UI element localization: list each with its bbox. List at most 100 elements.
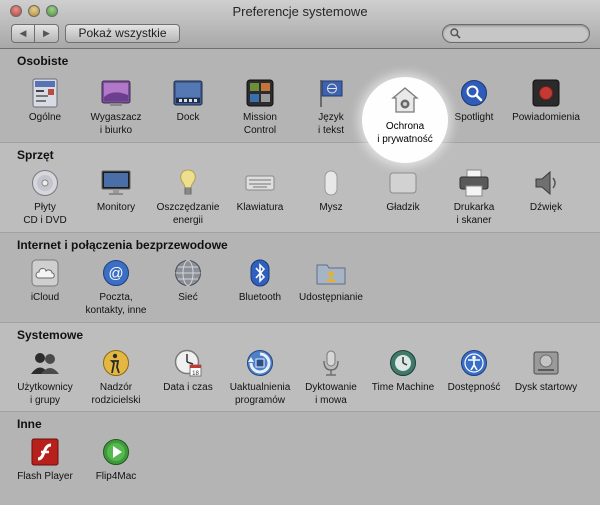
svg-text:@: @	[108, 265, 123, 282]
navigation-buttons: ◀ ▶	[11, 24, 59, 43]
title-bar: Preferencje systemowe ◀ ▶ Pokaż wszystki…	[0, 0, 600, 49]
pref-accessibility[interactable]: Dostępność	[436, 348, 512, 394]
pref-flash-player[interactable]: Flash Player	[7, 437, 83, 483]
pref-dock[interactable]: Dock	[150, 78, 226, 124]
item-label: Bluetooth	[238, 292, 282, 303]
sharing-folder-icon	[316, 258, 346, 288]
item-label: Nadzór rodzicielski	[91, 382, 141, 406]
item-label: Mission Control	[243, 112, 277, 136]
forward-button[interactable]: ▶	[35, 24, 59, 43]
mail-at-icon: @	[101, 258, 131, 288]
cd-dvd-icon	[30, 168, 60, 198]
item-label: Monitory	[96, 202, 136, 213]
item-label: Dźwięk	[529, 202, 563, 213]
pref-general[interactable]: Ogólne	[7, 78, 83, 124]
item-label: Flip4Mac	[95, 471, 137, 482]
section-internet-wireless: Internet i połączenia bezprzewodowe iClo…	[0, 233, 600, 323]
pref-startup-disk[interactable]: Dysk startowy	[508, 348, 584, 394]
pref-sound[interactable]: Dźwięk	[508, 168, 584, 214]
pref-time-machine[interactable]: Time Machine	[365, 348, 441, 394]
item-label: Data i czas	[163, 382, 213, 393]
lightbulb-icon	[173, 168, 203, 198]
accessibility-icon	[459, 348, 489, 378]
pref-cd-dvd[interactable]: Płyty CD i DVD	[7, 168, 83, 227]
icloud-icon	[30, 258, 60, 288]
monitor-icon	[101, 168, 131, 198]
item-label: Poczta, kontakty, inne	[85, 292, 147, 316]
pref-date-time[interactable]: 18 Data i czas	[150, 348, 226, 394]
section-hardware: Sprzęt Płyty CD i DVD Monitory Oszczędzan…	[0, 143, 600, 233]
item-label: Uaktualnienia programów	[229, 382, 291, 406]
pref-parental-controls[interactable]: Nadzór rodzicielski	[78, 348, 154, 407]
pref-network[interactable]: Sieć	[150, 258, 226, 304]
system-preferences-window: Preferencje systemowe ◀ ▶ Pokaż wszystki…	[0, 0, 600, 505]
trackpad-icon	[388, 168, 418, 198]
network-globe-icon	[173, 258, 203, 288]
language-flag-icon	[316, 78, 346, 108]
pref-mail-contacts[interactable]: @ Poczta, kontakty, inne	[78, 258, 154, 317]
section-system: Systemowe Użytkownicy i grupy Nadzór rodzi…	[0, 323, 600, 412]
pref-monitors[interactable]: Monitory	[78, 168, 154, 214]
item-label: Ochrona i prywatność	[377, 121, 433, 145]
pref-software-update[interactable]: Uaktualnienia programów	[222, 348, 298, 407]
item-label: Sieć	[178, 292, 198, 303]
pref-bluetooth[interactable]: Bluetooth	[222, 258, 298, 304]
software-update-icon	[245, 348, 275, 378]
clock-icon: 18	[173, 348, 203, 378]
flash-player-icon	[30, 437, 60, 467]
item-label: Użytkownicy i grupy	[17, 382, 73, 406]
pref-security-privacy[interactable]: Ochrona i prywatność	[362, 77, 448, 163]
section-title: Systemowe	[17, 328, 84, 342]
item-label: Język i tekst	[317, 112, 345, 136]
security-house-icon	[390, 85, 420, 115]
item-label: Dysk startowy	[514, 382, 578, 393]
search-field[interactable]	[442, 24, 590, 43]
search-input[interactable]	[465, 26, 583, 41]
pref-language-text[interactable]: Język i tekst	[293, 78, 369, 137]
item-label: Time Machine	[371, 382, 435, 393]
spotlight-magnifier-icon	[459, 78, 489, 108]
users-icon	[30, 348, 60, 378]
speaker-icon	[531, 168, 561, 198]
item-label: Flash Player	[17, 471, 73, 482]
startup-disk-icon	[531, 348, 561, 378]
svg-text:18: 18	[192, 371, 199, 377]
time-machine-icon	[388, 348, 418, 378]
item-label: Gładzik	[386, 202, 420, 213]
item-label: Oszczędzanie energii	[156, 202, 220, 226]
mission-control-icon	[245, 78, 275, 108]
bluetooth-icon	[245, 258, 275, 288]
pref-mission-control[interactable]: Mission Control	[222, 78, 298, 137]
pref-flip4mac[interactable]: Flip4Mac	[78, 437, 154, 483]
pref-printer-scanner[interactable]: Drukarka i skaner	[436, 168, 512, 227]
back-button[interactable]: ◀	[11, 24, 35, 43]
section-title: Inne	[17, 417, 42, 431]
pref-dictation-speech[interactable]: Dyktowanie i mowa	[293, 348, 369, 407]
pref-icloud[interactable]: iCloud	[7, 258, 83, 304]
show-all-button[interactable]: Pokaż wszystkie	[65, 24, 180, 43]
item-label: Płyty CD i DVD	[23, 202, 67, 226]
pref-notifications[interactable]: Powiadomienia	[508, 78, 584, 124]
item-label: Mysz	[319, 202, 343, 213]
item-label: Dostępność	[447, 382, 501, 393]
item-label: Udostępnianie	[299, 292, 363, 303]
dock-icon	[173, 78, 203, 108]
pref-desktop-screensaver[interactable]: Wygaszacz i biurko	[78, 78, 154, 137]
pref-sharing[interactable]: Udostępnianie	[293, 258, 369, 304]
pref-users-groups[interactable]: Użytkownicy i grupy	[7, 348, 83, 407]
item-label: iCloud	[30, 292, 60, 303]
item-label: Dyktowanie i mowa	[305, 382, 357, 406]
pref-energy-saver[interactable]: Oszczędzanie energii	[150, 168, 226, 227]
general-icon	[30, 78, 60, 108]
keyboard-icon	[245, 168, 275, 198]
parental-controls-icon	[101, 348, 131, 378]
notifications-icon	[531, 78, 561, 108]
desktop-screensaver-icon	[101, 78, 131, 108]
section-other: Inne Flash Player Flip4Mac	[0, 412, 600, 505]
item-label: Powiadomienia	[512, 112, 580, 123]
printer-icon	[459, 168, 489, 198]
section-personal: Osobiste Ogólne Wygaszacz i biurko Dock M…	[0, 49, 600, 143]
pref-keyboard[interactable]: Klawiatura	[222, 168, 298, 214]
pref-mouse[interactable]: Mysz	[293, 168, 369, 214]
pref-trackpad[interactable]: Gładzik	[365, 168, 441, 214]
